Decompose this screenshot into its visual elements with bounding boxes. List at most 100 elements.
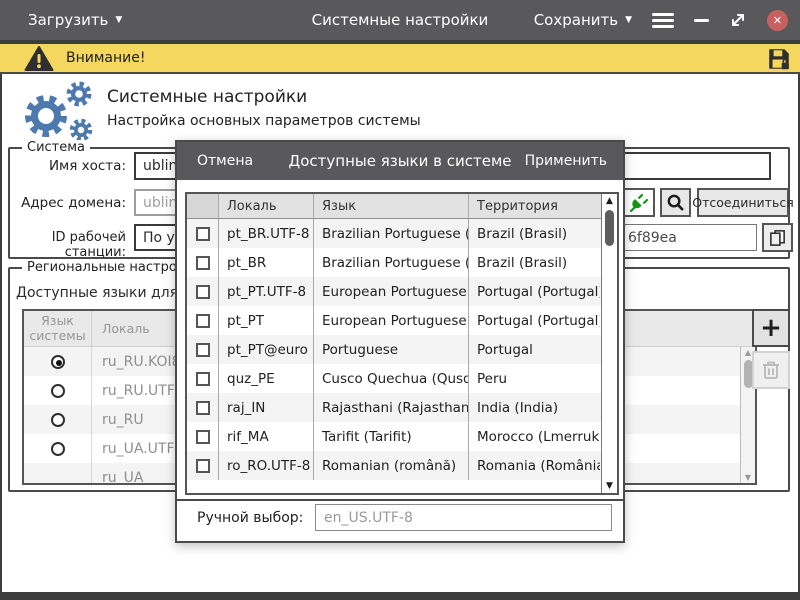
cell-locale: ro_RO.UTF-8 [219, 451, 314, 480]
locales-table: Локаль Язык Территория pt_BR.UTF-8 Brazi… [185, 192, 619, 495]
cell-locale: raj_IN [219, 393, 314, 422]
cell-locale: pt_PT [219, 306, 314, 335]
workstation-id-label: ID рабочей станции: [0, 230, 126, 260]
manual-choice-label: Ручной выбор: [197, 510, 303, 526]
table-row[interactable]: quz_PE Cusco Quechua (Qusqu r Peru [187, 364, 617, 393]
close-icon[interactable]: ✕ [767, 10, 788, 31]
hostname-label: Имя хоста: [0, 158, 126, 174]
connect-button[interactable] [622, 188, 655, 217]
plus-icon: + [760, 313, 782, 343]
cell-language: European Portuguese (po [314, 277, 469, 306]
radio-button[interactable] [51, 413, 65, 427]
row-checkbox[interactable] [196, 314, 210, 328]
expand-icon[interactable] [729, 11, 747, 29]
scroll-down-icon[interactable]: ▼ [602, 481, 617, 491]
cell-language: European Portuguese (po [314, 306, 469, 335]
table-row[interactable]: pt_BR.UTF-8 Brazilian Portuguese (por Br… [187, 219, 617, 248]
add-language-button[interactable]: + [752, 309, 790, 347]
table-row[interactable]: raj_IN Rajasthani (Rajasthani) India (In… [187, 393, 617, 422]
delete-language-button[interactable] [752, 351, 790, 389]
scrollbar-thumb[interactable] [605, 210, 614, 246]
table-row[interactable]: pt_PT European Portuguese (po Portugal (… [187, 306, 617, 335]
cell-locale: pt_PT@euro [219, 335, 314, 364]
row-checkbox[interactable] [196, 256, 210, 270]
column-header-territory: Территория [469, 194, 600, 218]
window-border-left [0, 74, 2, 592]
radio-button[interactable] [51, 384, 65, 398]
cell-language: Brazilian Portuguese (por [314, 219, 469, 248]
cell-territory: India (India) [469, 393, 600, 422]
cell-locale: pt_PT.UTF-8 [219, 277, 314, 306]
table-row[interactable]: pt_PT@euro Portuguese Portugal [187, 335, 617, 364]
cell-territory: Brazil (Brasil) [469, 248, 600, 277]
cell-territory: Portugal [469, 335, 600, 364]
table-body: pt_BR.UTF-8 Brazilian Portuguese (por Br… [187, 219, 617, 480]
table-row[interactable]: rif_MA Tarifit (Tarifit) Morocco (Lmerru… [187, 422, 617, 451]
gears-icon [12, 80, 104, 142]
page-title: Системные настройки [107, 87, 307, 107]
row-checkbox[interactable] [196, 459, 210, 473]
table-header-row: Локаль Язык Территория [187, 194, 617, 219]
table-row[interactable]: ro_RO.UTF-8 Romanian (română) Romania (R… [187, 451, 617, 480]
search-icon [666, 193, 685, 212]
warning-text: Внимание! [66, 50, 145, 66]
locales-table-scrollbar[interactable]: ▲ ▼ [601, 194, 617, 493]
column-header-locale: Локаль [219, 194, 314, 218]
warning-icon [24, 45, 54, 72]
dialog-header: Отмена Доступные языки в системе Примени… [177, 142, 623, 180]
cell-language: Portuguese [314, 335, 469, 364]
trash-icon [761, 359, 781, 381]
minimize-icon[interactable] [694, 19, 709, 22]
cell-language: Tarifit (Tarifit) [314, 422, 469, 451]
system-legend: Система [22, 140, 90, 155]
copy-button[interactable] [762, 223, 793, 252]
cell-language: Cusco Quechua (Qusqu r [314, 364, 469, 393]
radio-button[interactable] [51, 442, 65, 456]
window-controls: Сохранить ▼ ✕ [534, 10, 788, 31]
manual-choice-input[interactable]: en_US.UTF-8 [315, 504, 612, 531]
scroll-down-icon[interactable]: ▼ [741, 473, 755, 482]
cell-language: Brazilian Portuguese (por [314, 248, 469, 277]
window-border-bottom [0, 592, 800, 600]
table-row[interactable]: pt_BR Brazilian Portuguese (por Brazil (… [187, 248, 617, 277]
cell-locale: pt_BR.UTF-8 [219, 219, 314, 248]
row-checkbox[interactable] [196, 372, 210, 386]
cell-locale: quz_PE [219, 364, 314, 393]
column-header-system-language: Язык системы [24, 311, 92, 346]
title-bar: Загрузить ▼ Системные настройки Сохранит… [0, 0, 800, 40]
chevron-down-icon: ▼ [625, 16, 632, 25]
cell-territory: Portugal (Portugal) [469, 277, 600, 306]
copy-icon [768, 228, 787, 247]
available-languages-dialog: Отмена Доступные языки в системе Примени… [175, 140, 625, 543]
row-checkbox[interactable] [196, 343, 210, 357]
row-checkbox[interactable] [196, 285, 210, 299]
plug-icon [628, 192, 650, 214]
cell-territory: Peru [469, 364, 600, 393]
radio-button[interactable] [51, 355, 65, 369]
column-header-language: Язык [314, 194, 469, 218]
cell-territory: Brazil (Brasil) [469, 219, 600, 248]
cell-territory: Portugal (Portugal) [469, 306, 600, 335]
hamburger-menu-icon[interactable] [652, 13, 674, 28]
workstation-id-tail: 6f89ea [628, 230, 677, 246]
dialog-separator [177, 499, 623, 501]
save-menu-button[interactable]: Сохранить ▼ [534, 11, 632, 29]
row-checkbox[interactable] [196, 401, 210, 415]
row-checkbox[interactable] [196, 430, 210, 444]
scroll-up-icon[interactable]: ▲ [602, 196, 617, 206]
cell-territory: Romania (România) [469, 451, 600, 480]
page-subtitle: Настройка основных параметров системы [107, 113, 421, 129]
cell-locale: pt_BR [219, 248, 314, 277]
cell-territory: Morocco (Lmerruk) [469, 422, 600, 451]
row-checkbox[interactable] [196, 227, 210, 241]
search-button[interactable] [660, 188, 691, 217]
table-row[interactable]: pt_PT.UTF-8 European Portuguese (po Port… [187, 277, 617, 306]
column-header-checkbox [187, 194, 219, 218]
disconnect-button[interactable]: Отсоединиться [697, 188, 789, 217]
cell-locale: rif_MA [219, 422, 314, 451]
cell-language: Rajasthani (Rajasthani) [314, 393, 469, 422]
save-file-icon[interactable] [766, 46, 792, 72]
save-menu-label: Сохранить [534, 11, 618, 29]
apply-button[interactable]: Применить [525, 153, 607, 169]
domain-label: Адрес домена: [0, 195, 126, 211]
